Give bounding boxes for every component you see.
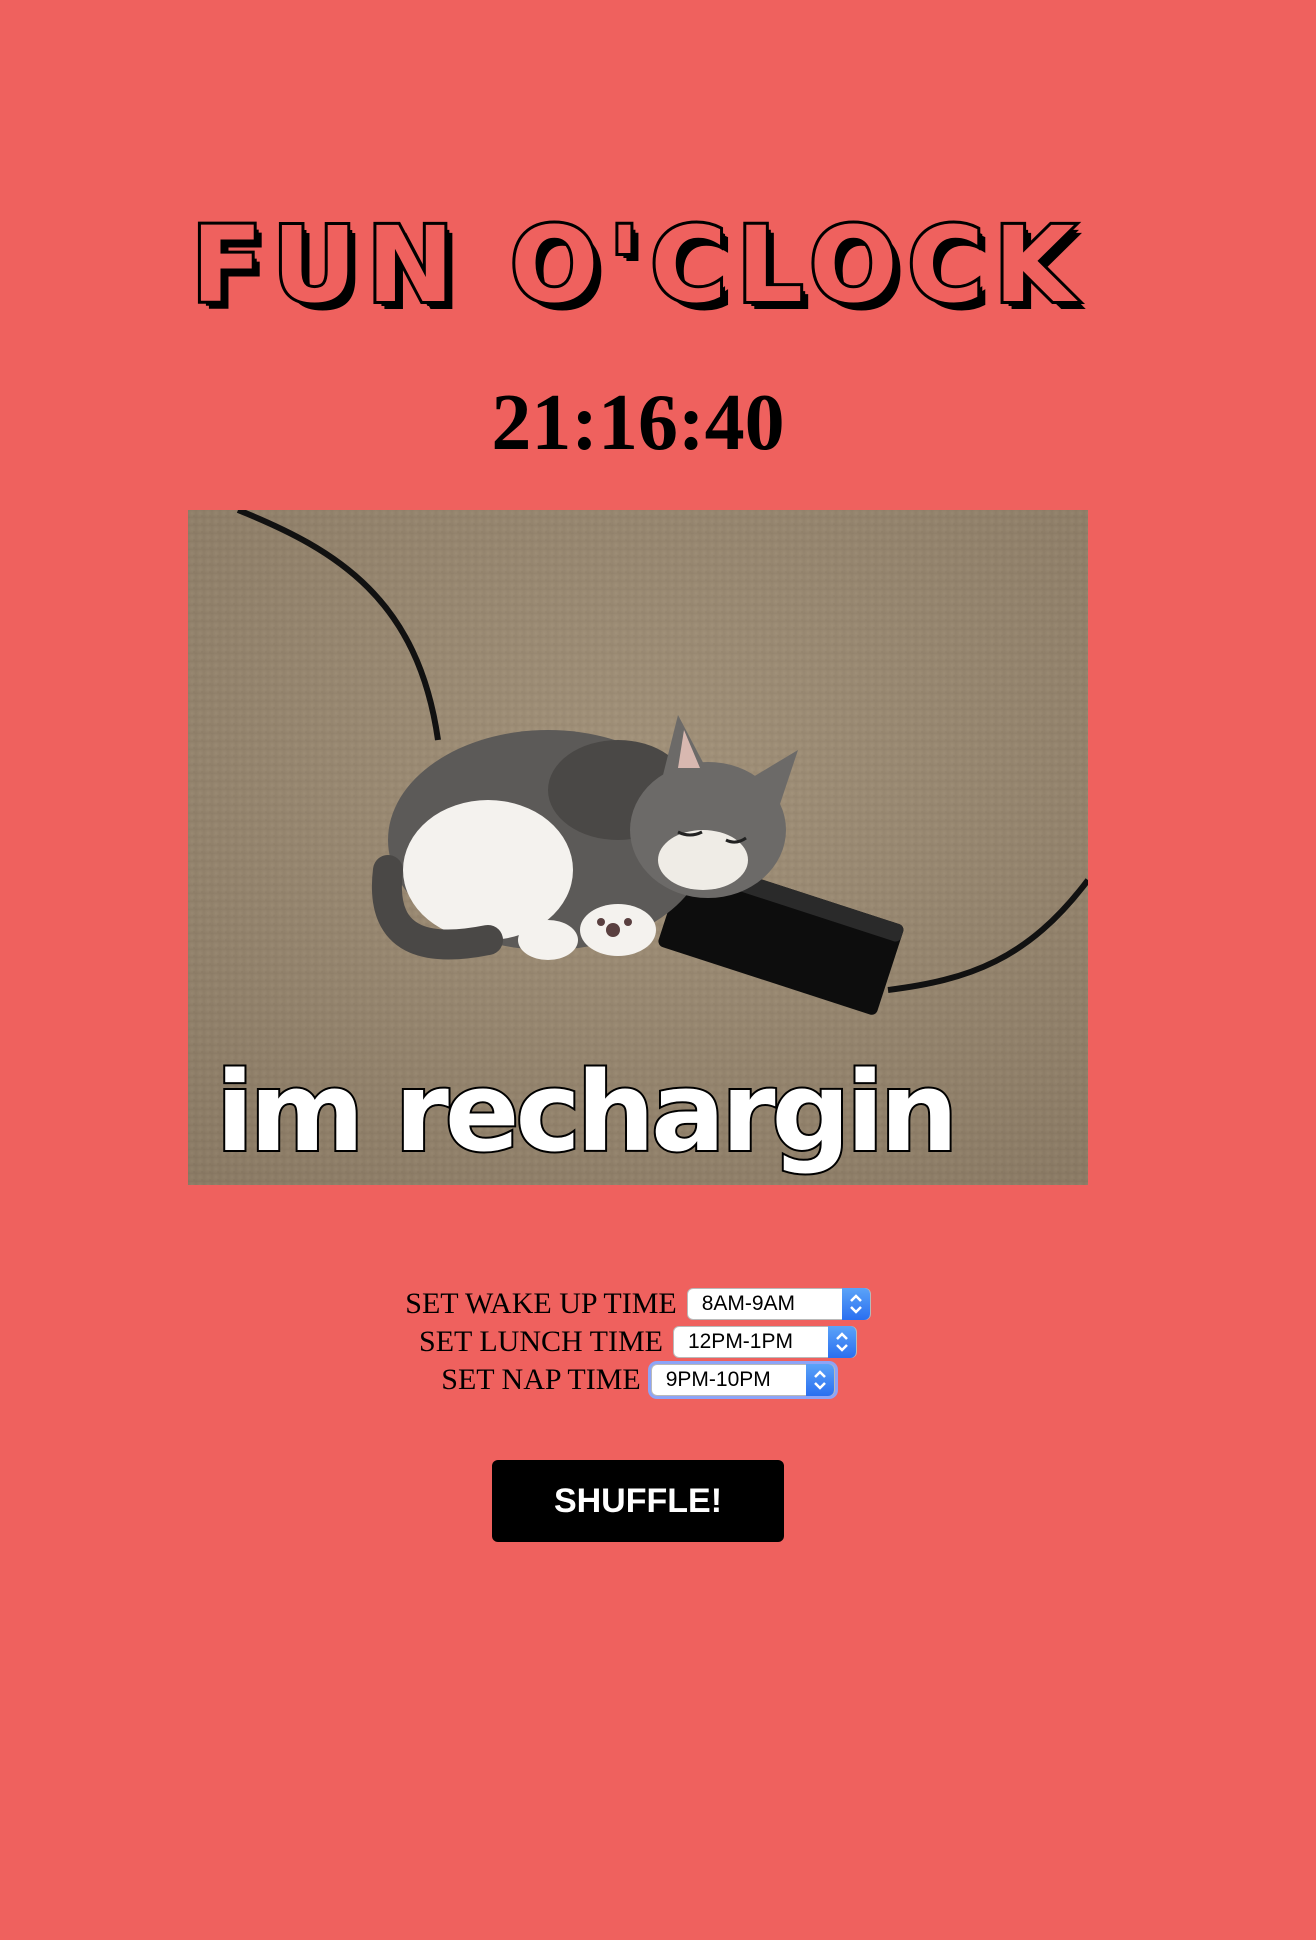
page-title: FUN O'CLOCK bbox=[188, 202, 1085, 328]
clock-display: 21:16:40 bbox=[491, 379, 785, 467]
kitten-meme-image: im rechargin bbox=[188, 510, 1088, 1185]
chevron-up-down-icon bbox=[805, 1364, 834, 1396]
lunch-row: SET LUNCH TIME 12PM-1PM bbox=[0, 1323, 1276, 1361]
shuffle-button[interactable]: SHUFFLE! bbox=[492, 1460, 784, 1542]
nap-value: 9PM-10PM bbox=[665, 1368, 771, 1391]
lunch-value: 12PM-1PM bbox=[687, 1330, 793, 1353]
nap-select[interactable]: 9PM-10PM bbox=[650, 1364, 835, 1396]
lunch-select[interactable]: 12PM-1PM bbox=[672, 1326, 857, 1358]
wake-up-label: SET WAKE UP TIME bbox=[405, 1287, 677, 1320]
meme-caption: im rechargin bbox=[216, 1048, 954, 1176]
nap-row: SET NAP TIME 9PM-10PM bbox=[0, 1361, 1276, 1399]
wake-up-select[interactable]: 8AM-9AM bbox=[686, 1288, 871, 1320]
chevron-up-down-icon bbox=[827, 1326, 856, 1358]
wake-up-value: 8AM-9AM bbox=[701, 1292, 796, 1315]
time-controls: SET WAKE UP TIME 8AM-9AM SET LUNCH TIME … bbox=[0, 1285, 1276, 1399]
chevron-up-down-icon bbox=[841, 1288, 870, 1320]
wake-up-row: SET WAKE UP TIME 8AM-9AM bbox=[0, 1285, 1276, 1323]
lunch-label: SET LUNCH TIME bbox=[419, 1325, 663, 1358]
nap-label: SET NAP TIME bbox=[441, 1363, 641, 1396]
